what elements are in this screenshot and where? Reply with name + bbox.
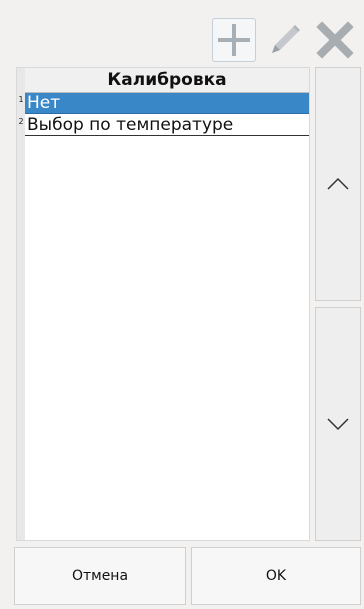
cross-icon bbox=[316, 21, 354, 59]
column-header[interactable]: Калибровка bbox=[25, 68, 309, 93]
add-button[interactable] bbox=[212, 18, 256, 62]
table-row[interactable]: 2 Выбор по температуре bbox=[17, 115, 309, 136]
scroll-up-button[interactable] bbox=[315, 67, 361, 301]
row-number: 1 bbox=[18, 95, 24, 104]
edit-button[interactable] bbox=[263, 18, 307, 62]
ok-button[interactable]: OK bbox=[191, 547, 361, 605]
chevron-up-icon bbox=[327, 177, 349, 190]
table-row[interactable]: 1 Нет bbox=[17, 93, 309, 114]
row-number: 2 bbox=[18, 117, 24, 126]
row-number-gutter bbox=[17, 68, 25, 540]
row-label[interactable]: Выбор по температуре bbox=[25, 115, 309, 136]
delete-button[interactable] bbox=[313, 18, 357, 62]
chevron-down-icon bbox=[327, 418, 349, 431]
plus-icon bbox=[218, 24, 250, 56]
cancel-button[interactable]: Отмена bbox=[14, 547, 186, 605]
scroll-down-button[interactable] bbox=[315, 307, 361, 541]
row-label[interactable]: Нет bbox=[25, 93, 309, 114]
pencil-icon bbox=[272, 25, 300, 53]
calibration-table: Калибровка 1 Нет 2 Выбор по температуре bbox=[16, 67, 310, 541]
